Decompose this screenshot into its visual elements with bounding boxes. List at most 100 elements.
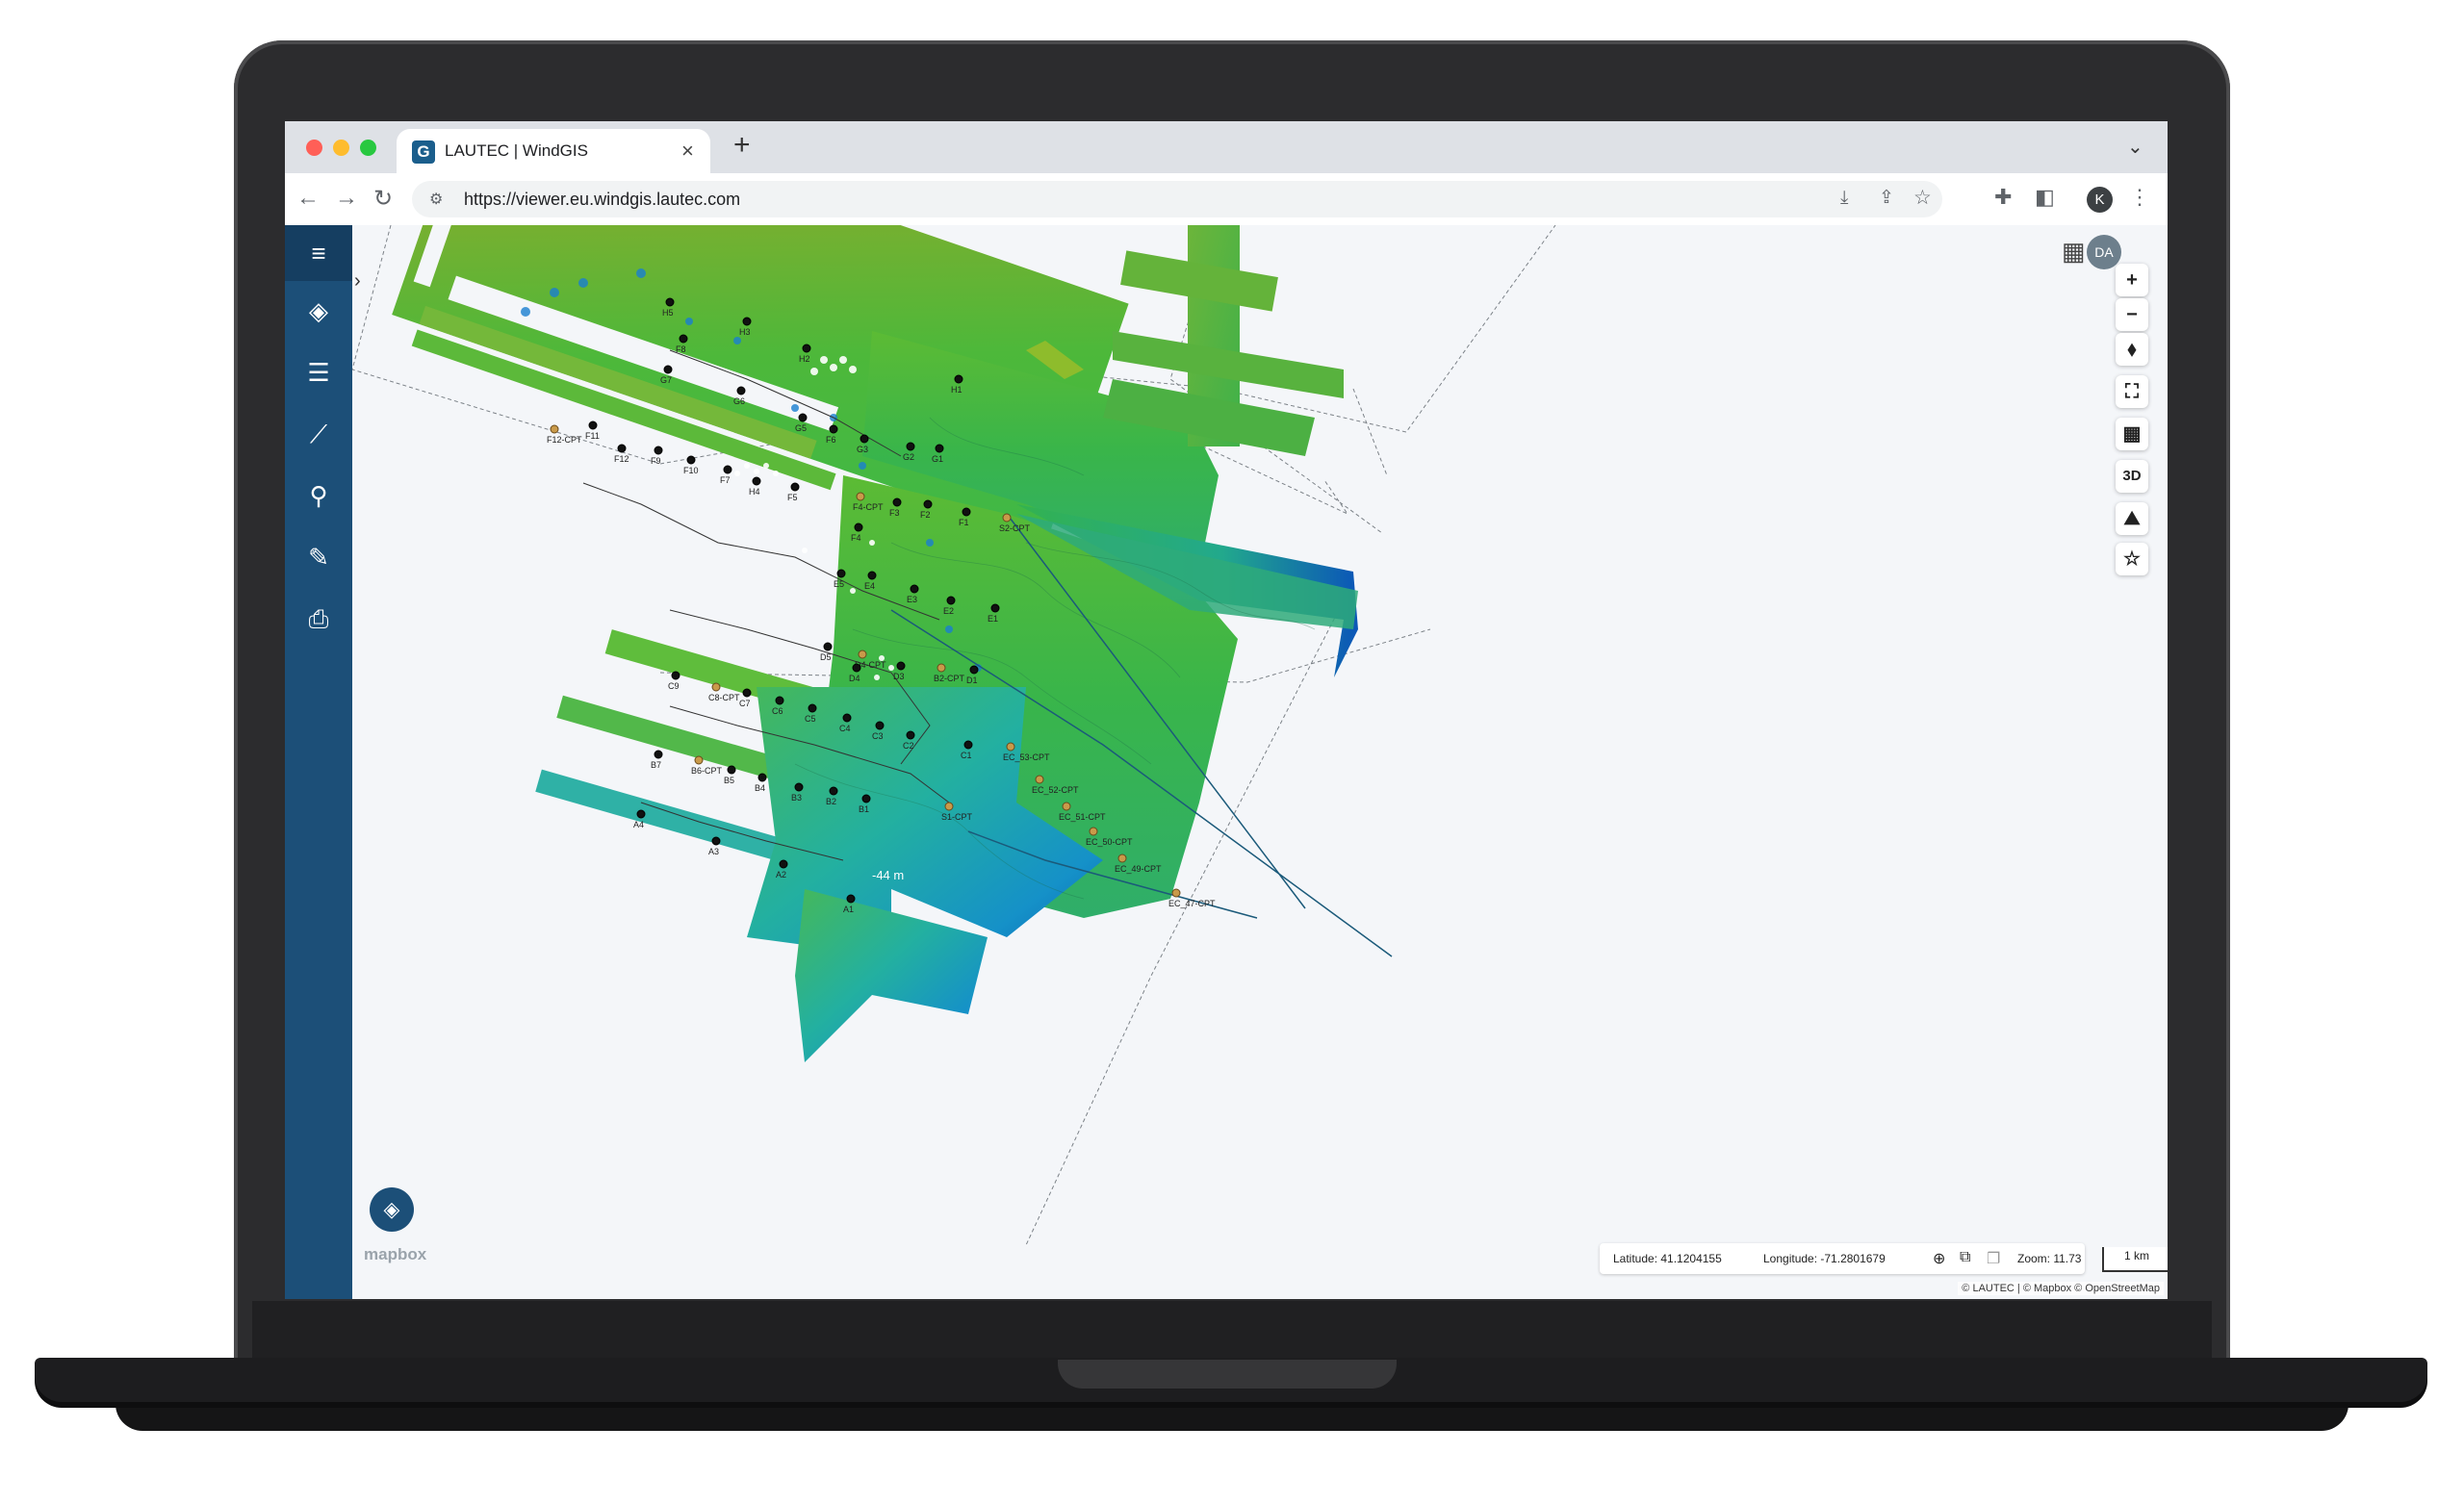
bookmark-star-icon[interactable]: ☆ [1913,186,1932,210]
turbine-point[interactable] [654,446,663,455]
turbine-point[interactable] [802,344,811,353]
turbine-marker[interactable]: F12 [614,444,629,464]
turbine-point[interactable] [861,794,871,803]
print-icon[interactable]: ⎙ [285,591,352,647]
forward-arrow-icon[interactable]: → [335,185,358,212]
turbine-point[interactable] [679,334,688,344]
extensions-puzzle-icon[interactable]: ✚ [1994,185,2012,210]
turbine-point[interactable] [852,663,861,673]
turbine-point[interactable] [963,740,973,750]
turbine-point[interactable] [636,809,646,819]
turbine-point[interactable] [711,836,721,846]
share-icon[interactable]: ⇪ [1879,187,1894,209]
terrain-icon[interactable]: ⛰ [2116,502,2148,535]
turbine-marker[interactable]: B4 [755,773,767,793]
cpt-point[interactable] [1117,854,1127,863]
layers-fab-icon[interactable]: ◈ [370,1187,414,1232]
turbine-point[interactable] [990,603,1000,613]
turbine-point[interactable] [892,497,902,507]
close-tab-icon[interactable]: × [681,139,694,164]
turbine-marker[interactable]: F12-CPT [547,424,582,445]
turbine-point[interactable] [742,317,752,326]
turbine-point[interactable] [654,750,663,759]
turbine-marker[interactable]: E5 [834,569,846,589]
browser-tab[interactable]: G LAUTEC | WindGIS × [397,129,710,173]
turbine-point[interactable] [846,894,856,904]
close-window-button[interactable] [306,140,322,156]
expand-panel-chevron-icon[interactable]: › [354,264,372,298]
cpt-point[interactable] [1035,775,1044,784]
turbine-marker[interactable]: B7 [651,750,663,770]
hamburger-menu-icon[interactable]: ≡ [285,225,352,281]
coordinate-format-icon[interactable]: ⧉ [1960,1249,1970,1266]
maximize-window-button[interactable] [360,140,376,156]
turbine-marker[interactable]: D5 [820,642,833,662]
turbine-marker[interactable]: EC_47-CPT [1168,888,1216,908]
turbine-point[interactable] [910,584,919,594]
chart-line-icon[interactable]: ⟋ [285,406,352,462]
turbine-point[interactable] [906,442,915,451]
browser-menu-icon[interactable]: ⋮ [2129,185,2150,210]
cpt-point[interactable] [1062,802,1071,811]
cpt-point[interactable] [1089,827,1098,836]
cpt-point[interactable] [856,492,865,501]
map-canvas[interactable]: H5 H3 H2 H1 F8 G7 G6 G5 F6 G3 G2 G1 F12-CPT F11 F12 F9 F… [352,225,2168,1299]
turbine-point[interactable] [854,523,863,532]
list-icon[interactable]: ☰ [285,344,352,400]
turbine-point[interactable] [935,444,944,453]
3d-toggle-button[interactable]: 3D [2116,460,2148,493]
side-panel-icon[interactable]: ◧ [2035,185,2055,210]
search-icon[interactable]: ⚲ [285,468,352,523]
turbine-point[interactable] [736,386,746,395]
turbine-point[interactable] [923,499,933,509]
turbine-point[interactable] [617,444,627,453]
turbine-point[interactable] [867,571,877,580]
turbine-marker[interactable]: F11 [585,421,600,441]
turbine-point[interactable] [723,465,732,474]
turbine-marker[interactable]: F5 [787,482,800,502]
new-tab-button[interactable]: + [733,129,751,162]
reload-icon[interactable]: ↻ [373,185,393,213]
profile-avatar[interactable]: K [2087,187,2113,213]
turbine-point[interactable] [798,413,808,422]
cpt-point[interactable] [937,663,946,673]
cpt-point[interactable] [550,424,559,434]
turbine-point[interactable] [842,713,852,723]
locate-icon[interactable]: ⊕ [1933,1249,1945,1268]
cpt-point[interactable] [711,682,721,692]
turbine-point[interactable] [875,721,885,730]
cpt-point[interactable] [944,802,954,811]
address-bar[interactable]: ⚙ https://viewer.eu.windgis.lautec.com ⤓… [412,181,1942,217]
turbine-point[interactable] [829,786,838,796]
turbine-point[interactable] [836,569,846,578]
apps-grid-icon[interactable]: ▦ [2062,237,2086,267]
turbine-point[interactable] [665,297,675,307]
cpt-point[interactable] [1171,888,1181,898]
turbine-marker[interactable]: B5 [724,765,736,785]
url-text[interactable]: https://viewer.eu.windgis.lautec.com [464,190,740,210]
back-arrow-icon[interactable]: ← [296,185,320,212]
turbine-point[interactable] [588,421,598,430]
layers-icon[interactable]: ◈ [285,283,352,339]
turbine-point[interactable] [808,703,817,713]
user-avatar[interactable]: DA [2087,235,2121,269]
turbine-point[interactable] [794,782,804,792]
cpt-point[interactable] [694,755,704,765]
turbine-point[interactable] [671,671,680,680]
turbine-point[interactable] [946,596,956,605]
zoom-in-button[interactable]: + [2116,264,2148,296]
cpt-point[interactable] [858,650,867,659]
turbine-point[interactable] [896,661,906,671]
turbine-point[interactable] [757,773,767,782]
turbine-marker[interactable]: H4 [749,476,761,497]
cpt-point[interactable] [1006,742,1015,752]
basemap-icon[interactable]: ▦ [2116,418,2148,450]
zoom-out-button[interactable]: − [2116,298,2148,331]
turbine-point[interactable] [752,476,761,486]
turbine-point[interactable] [962,507,971,517]
turbine-point[interactable] [663,365,673,374]
turbine-marker[interactable]: C9 [668,671,680,691]
ruler-measure-icon[interactable]: ✎ [285,529,352,585]
turbine-point[interactable] [790,482,800,492]
tab-search-chevron-icon[interactable]: ⌄ [2127,135,2143,159]
